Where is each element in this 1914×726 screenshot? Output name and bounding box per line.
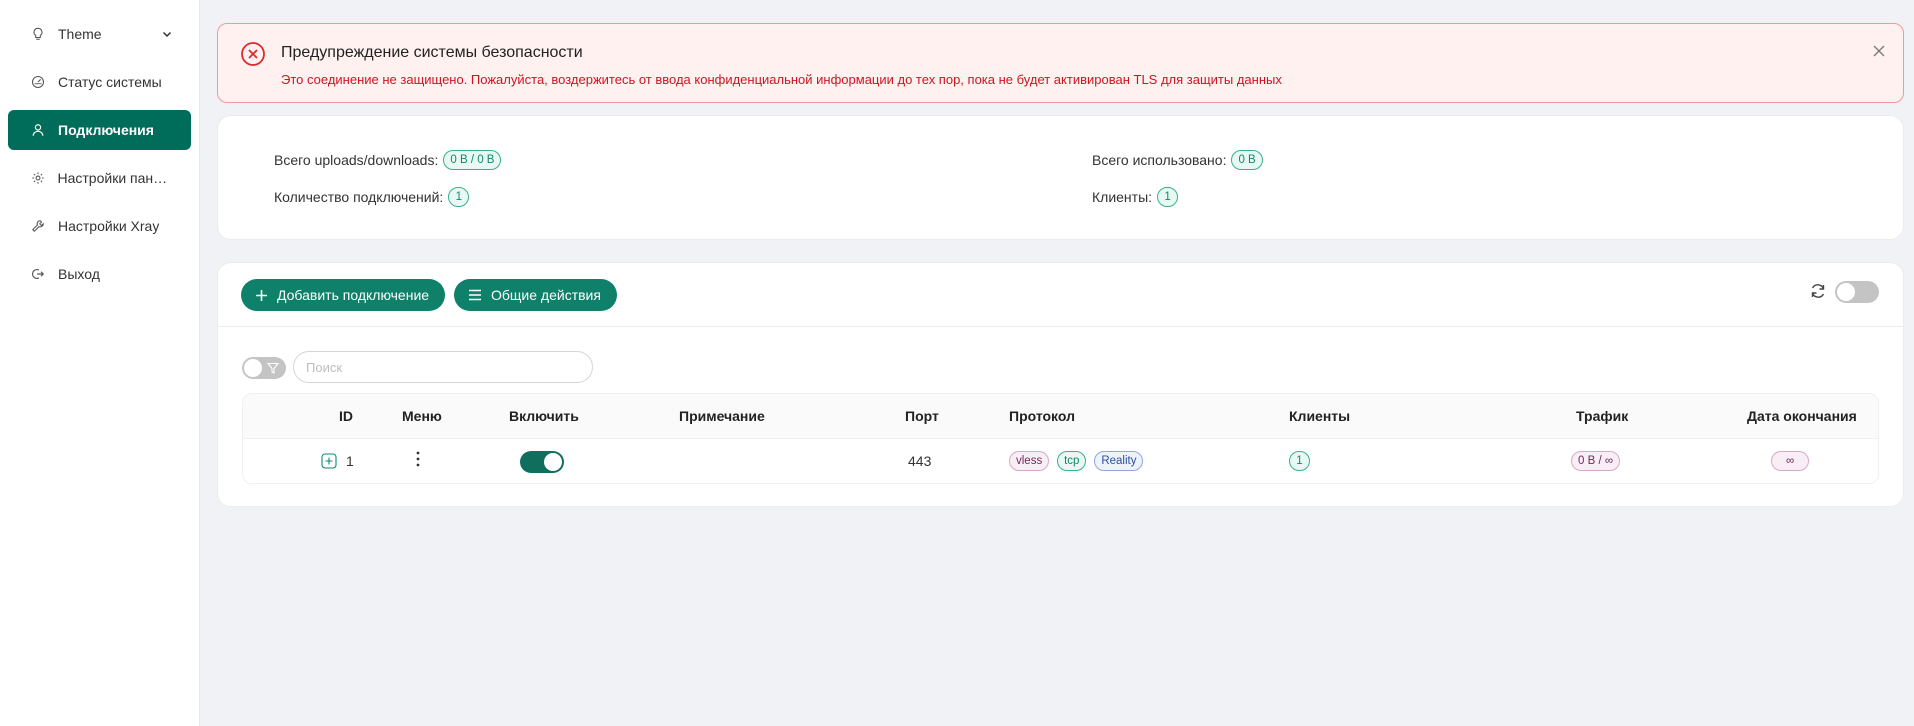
- cell-protocol: vless tcp Reality: [1009, 451, 1147, 471]
- error-circle-icon: [240, 41, 266, 67]
- column-header-clients: Клиенты: [1289, 408, 1351, 424]
- alert-message: Это соединение не защищено. Пожалуйста, …: [281, 72, 1282, 87]
- stat-label: Всего uploads/downloads:: [274, 152, 439, 168]
- table-header: ID Меню Включить Примечание Порт Протоко…: [243, 394, 1878, 439]
- cell-clients: 1: [1289, 451, 1310, 471]
- cell-traffic: 0 B / ∞: [1571, 451, 1624, 471]
- search-input[interactable]: [293, 351, 593, 383]
- tool-icon: [30, 218, 46, 234]
- stat-total-used: Всего использовано: 0 B: [1092, 150, 1263, 170]
- stat-label: Количество подключений:: [274, 189, 444, 205]
- stat-label: Клиенты:: [1092, 189, 1153, 205]
- column-header-traffic: Трафик: [1576, 408, 1629, 424]
- enable-toggle[interactable]: [520, 451, 564, 473]
- column-header-remark: Примечание: [679, 408, 765, 424]
- add-connection-label: Добавить подключение: [277, 287, 430, 303]
- gear-icon: [30, 170, 46, 186]
- stat-total-updown: Всего uploads/downloads: 0 B / 0 B: [274, 150, 502, 170]
- chevron-down-icon: [161, 27, 173, 43]
- cell-expiry: ∞: [1771, 451, 1813, 471]
- sidebar-item-label: Статус системы: [58, 74, 162, 90]
- bulb-icon: [30, 26, 46, 42]
- stat-value-badge: 0 B / 0 B: [443, 150, 502, 170]
- sidebar-item-label: Настройки Xray: [58, 218, 160, 234]
- plus-icon: [255, 289, 268, 302]
- transport-tag: tcp: [1057, 451, 1087, 471]
- protocol-tag: vless: [1009, 451, 1050, 471]
- stat-value-badge: 1: [448, 187, 470, 207]
- expiry-badge: ∞: [1771, 451, 1810, 471]
- add-connection-button[interactable]: Добавить подключение: [241, 279, 446, 311]
- menu-icon: [468, 289, 482, 301]
- refresh-icon[interactable]: [1809, 282, 1827, 303]
- sidebar-item-label: Настройки пане...: [57, 170, 170, 186]
- expand-row-icon[interactable]: [321, 453, 337, 472]
- column-header-protocol: Протокол: [1009, 408, 1075, 424]
- column-header-expiry: Дата окончания: [1747, 408, 1857, 424]
- column-header-id[interactable]: ID: [339, 408, 353, 424]
- column-header-enable: Включить: [509, 408, 579, 424]
- sidebar-item-system-status[interactable]: Статус системы: [8, 62, 191, 102]
- close-icon[interactable]: [1871, 43, 1887, 59]
- inbounds-card: Добавить подключение Общие действия ID М…: [217, 262, 1904, 507]
- table-row: 1 443 vless tcp Reality 1 0 B / ∞ ∞: [243, 439, 1878, 483]
- stat-label: Всего использовано:: [1092, 152, 1227, 168]
- sidebar-item-label: Выход: [58, 266, 100, 282]
- column-header-menu: Меню: [402, 408, 442, 424]
- sidebar-item-panel-settings[interactable]: Настройки пане...: [8, 158, 191, 198]
- inbounds-table: ID Меню Включить Примечание Порт Протоко…: [242, 393, 1879, 484]
- filter-icon: [266, 361, 280, 377]
- logout-icon: [30, 266, 46, 282]
- filter-toggle[interactable]: [242, 357, 286, 379]
- sidebar-item-logout[interactable]: Выход: [8, 254, 191, 294]
- stat-clients: Клиенты: 1: [1092, 187, 1179, 207]
- general-actions-label: Общие действия: [491, 287, 601, 303]
- sidebar-item-label: Theme: [58, 26, 102, 42]
- sidebar-item-theme[interactable]: Theme: [8, 14, 191, 54]
- sidebar: Theme Статус системы Подключения Настрой…: [0, 0, 200, 726]
- clients-badge[interactable]: 1: [1289, 451, 1310, 471]
- stats-card: Всего uploads/downloads: 0 B / 0 B Колич…: [217, 115, 1904, 240]
- sidebar-item-label: Подключения: [58, 122, 154, 138]
- dashboard-icon: [30, 74, 46, 90]
- cell-id: 1: [346, 453, 354, 469]
- stat-value-badge: 0 B: [1231, 150, 1263, 170]
- stat-value-badge: 1: [1157, 187, 1179, 207]
- column-header-port: Порт: [905, 408, 939, 424]
- divider: [218, 326, 1903, 327]
- sidebar-item-xray-settings[interactable]: Настройки Xray: [8, 206, 191, 246]
- user-icon: [30, 122, 46, 138]
- stat-connections-count: Количество подключений: 1: [274, 187, 470, 207]
- traffic-badge: 0 B / ∞: [1571, 451, 1621, 471]
- security-alert: Предупреждение системы безопасности Это …: [217, 23, 1904, 103]
- general-actions-button[interactable]: Общие действия: [454, 279, 617, 311]
- sidebar-item-connections[interactable]: Подключения: [8, 110, 191, 150]
- security-tag: Reality: [1094, 451, 1144, 471]
- alert-title: Предупреждение системы безопасности: [281, 44, 583, 61]
- cell-port: 443: [908, 453, 932, 469]
- auto-refresh-toggle[interactable]: [1835, 281, 1879, 303]
- more-vertical-icon[interactable]: [415, 450, 421, 471]
